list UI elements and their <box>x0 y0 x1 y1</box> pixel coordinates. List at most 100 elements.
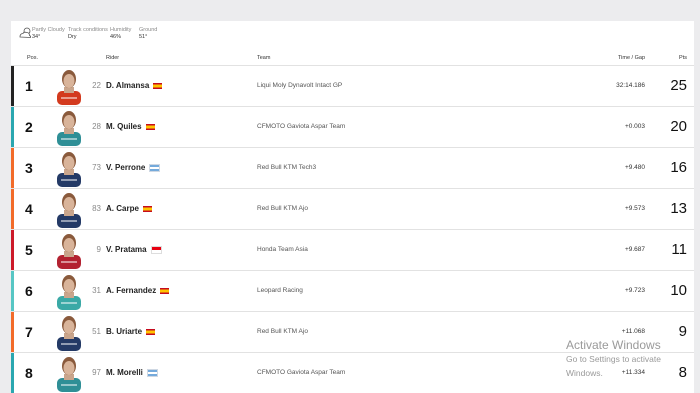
position: 3 <box>25 160 33 176</box>
team-name: Leopard Racing <box>257 287 303 294</box>
ground-value: 51° <box>139 33 148 40</box>
position: 6 <box>25 283 33 299</box>
team-name: CFMOTO Gaviota Aspar Team <box>257 123 346 130</box>
time-gap: +9.480 <box>624 164 645 171</box>
country-flag-icon <box>150 245 162 254</box>
rider-number: 51 <box>92 327 101 336</box>
track-label: Track conditions <box>68 27 108 33</box>
country-flag-icon <box>160 287 170 294</box>
track-value: Dry <box>68 33 77 40</box>
position: 5 <box>25 242 33 258</box>
country-flag-icon <box>142 205 152 212</box>
weather-value: 34° <box>32 33 41 40</box>
team-name: Red Bull KTM Tech3 <box>257 164 317 171</box>
rider-name-cell[interactable]: V. Pratama <box>106 245 162 254</box>
team-color-bar <box>11 353 14 393</box>
rider-name-cell[interactable]: V. Perrone <box>106 163 161 172</box>
race-conditions: Partly Cloudy 34° Track conditions Dry H… <box>11 21 694 51</box>
weather-label: Partly Cloudy <box>32 27 65 33</box>
rider-name-cell[interactable]: M. Morelli <box>106 368 158 377</box>
header-team: Team <box>257 55 271 61</box>
rider-avatar[interactable] <box>55 231 83 269</box>
team-color-bar <box>11 66 14 106</box>
result-row[interactable]: 6 31 A. Fernandez Leopard Racing +9.723 10 <box>11 270 694 311</box>
country-flag-icon <box>145 123 155 130</box>
result-row[interactable]: 3 73 V. Perrone Red Bull KTM Tech3 +9.480 16 <box>11 147 694 188</box>
rider-name[interactable]: D. Almansa <box>106 81 149 90</box>
rider-number: 97 <box>92 368 101 377</box>
ground-condition: Ground 51° <box>139 27 157 40</box>
team-color-bar <box>11 312 14 352</box>
position: 8 <box>25 365 33 381</box>
rider-number: 31 <box>92 286 101 295</box>
country-flag-icon <box>146 328 156 335</box>
points: 13 <box>670 200 687 217</box>
time-gap: 32:14.186 <box>616 82 645 89</box>
rider-avatar[interactable] <box>55 108 83 146</box>
table-header: Pos. Rider Team Time / Gap Pts <box>11 53 694 64</box>
humidity-label: Humidity <box>110 27 132 33</box>
header-rider: Rider <box>106 55 120 61</box>
rider-name[interactable]: V. Perrone <box>106 163 145 172</box>
rider-name[interactable]: V. Pratama <box>106 245 147 254</box>
team-color-bar <box>11 230 14 270</box>
team-color-bar <box>11 189 14 229</box>
rider-name[interactable]: M. Quiles <box>106 122 142 131</box>
rider-avatar[interactable] <box>55 354 83 392</box>
points: 10 <box>670 282 687 299</box>
time-gap: +0.003 <box>624 123 645 130</box>
team-color-bar <box>11 107 14 147</box>
time-gap: +11.068 <box>621 328 645 335</box>
rider-number: 83 <box>92 204 101 213</box>
rider-name[interactable]: B. Uriarte <box>106 327 142 336</box>
points: 20 <box>670 118 687 135</box>
humidity-value: 46% <box>110 33 122 40</box>
rider-name[interactable]: A. Carpe <box>106 204 139 213</box>
header-time: Time / Gap <box>618 55 645 61</box>
rider-name-cell[interactable]: A. Carpe <box>106 204 152 213</box>
time-gap: +9.723 <box>624 287 645 294</box>
rider-name-cell[interactable]: M. Quiles <box>106 122 155 131</box>
weather-condition: Partly Cloudy 34° <box>32 27 65 40</box>
rider-name[interactable]: M. Morelli <box>106 368 143 377</box>
points: 25 <box>670 77 687 94</box>
partly-cloudy-icon <box>19 27 32 38</box>
team-color-bar <box>11 271 14 311</box>
position: 2 <box>25 119 33 135</box>
header-pos: Pos. <box>27 55 39 61</box>
team-name: Honda Team Asia <box>257 246 308 253</box>
country-flag-icon <box>149 163 161 172</box>
rider-avatar[interactable] <box>55 149 83 187</box>
country-flag-icon <box>146 368 158 377</box>
time-gap: +9.573 <box>624 205 645 212</box>
position: 4 <box>25 201 33 217</box>
rider-name-cell[interactable]: D. Almansa <box>106 81 163 90</box>
watermark-subtitle: Go to Settings to activate Windows. <box>566 354 661 378</box>
team-name: Red Bull KTM Ajo <box>257 205 308 212</box>
team-name: Red Bull KTM Ajo <box>257 328 308 335</box>
rider-name-cell[interactable]: A. Fernandez <box>106 286 170 295</box>
activation-watermark: Activate Windows Go to Settings to activ… <box>566 338 700 380</box>
result-row[interactable]: 4 83 A. Carpe Red Bull KTM Ajo +9.573 13 <box>11 188 694 229</box>
rider-avatar[interactable] <box>55 67 83 105</box>
humidity-condition: Humidity 46% <box>110 27 131 40</box>
points: 11 <box>671 241 687 258</box>
header-pts: Pts <box>679 55 687 61</box>
rider-avatar[interactable] <box>55 190 83 228</box>
rider-name-cell[interactable]: B. Uriarte <box>106 327 156 336</box>
result-row[interactable]: 1 22 D. Almansa Liqui Moly Dynavolt Intact … <box>11 65 694 106</box>
position: 1 <box>25 78 33 94</box>
rider-number: 28 <box>92 122 101 131</box>
position: 7 <box>25 324 33 340</box>
rider-number: 73 <box>92 163 101 172</box>
watermark-title: Activate Windows <box>566 338 661 352</box>
team-color-bar <box>11 148 14 188</box>
rider-avatar[interactable] <box>55 272 83 310</box>
country-flag-icon <box>153 82 163 89</box>
result-row[interactable]: 5 9 V. Pratama Honda Team Asia +9.687 11 <box>11 229 694 270</box>
rider-name[interactable]: A. Fernandez <box>106 286 156 295</box>
rider-avatar[interactable] <box>55 313 83 351</box>
rider-number: 9 <box>96 245 101 254</box>
track-condition: Track conditions Dry <box>68 27 108 40</box>
result-row[interactable]: 2 28 M. Quiles CFMOTO Gaviota Aspar Team +0.… <box>11 106 694 147</box>
